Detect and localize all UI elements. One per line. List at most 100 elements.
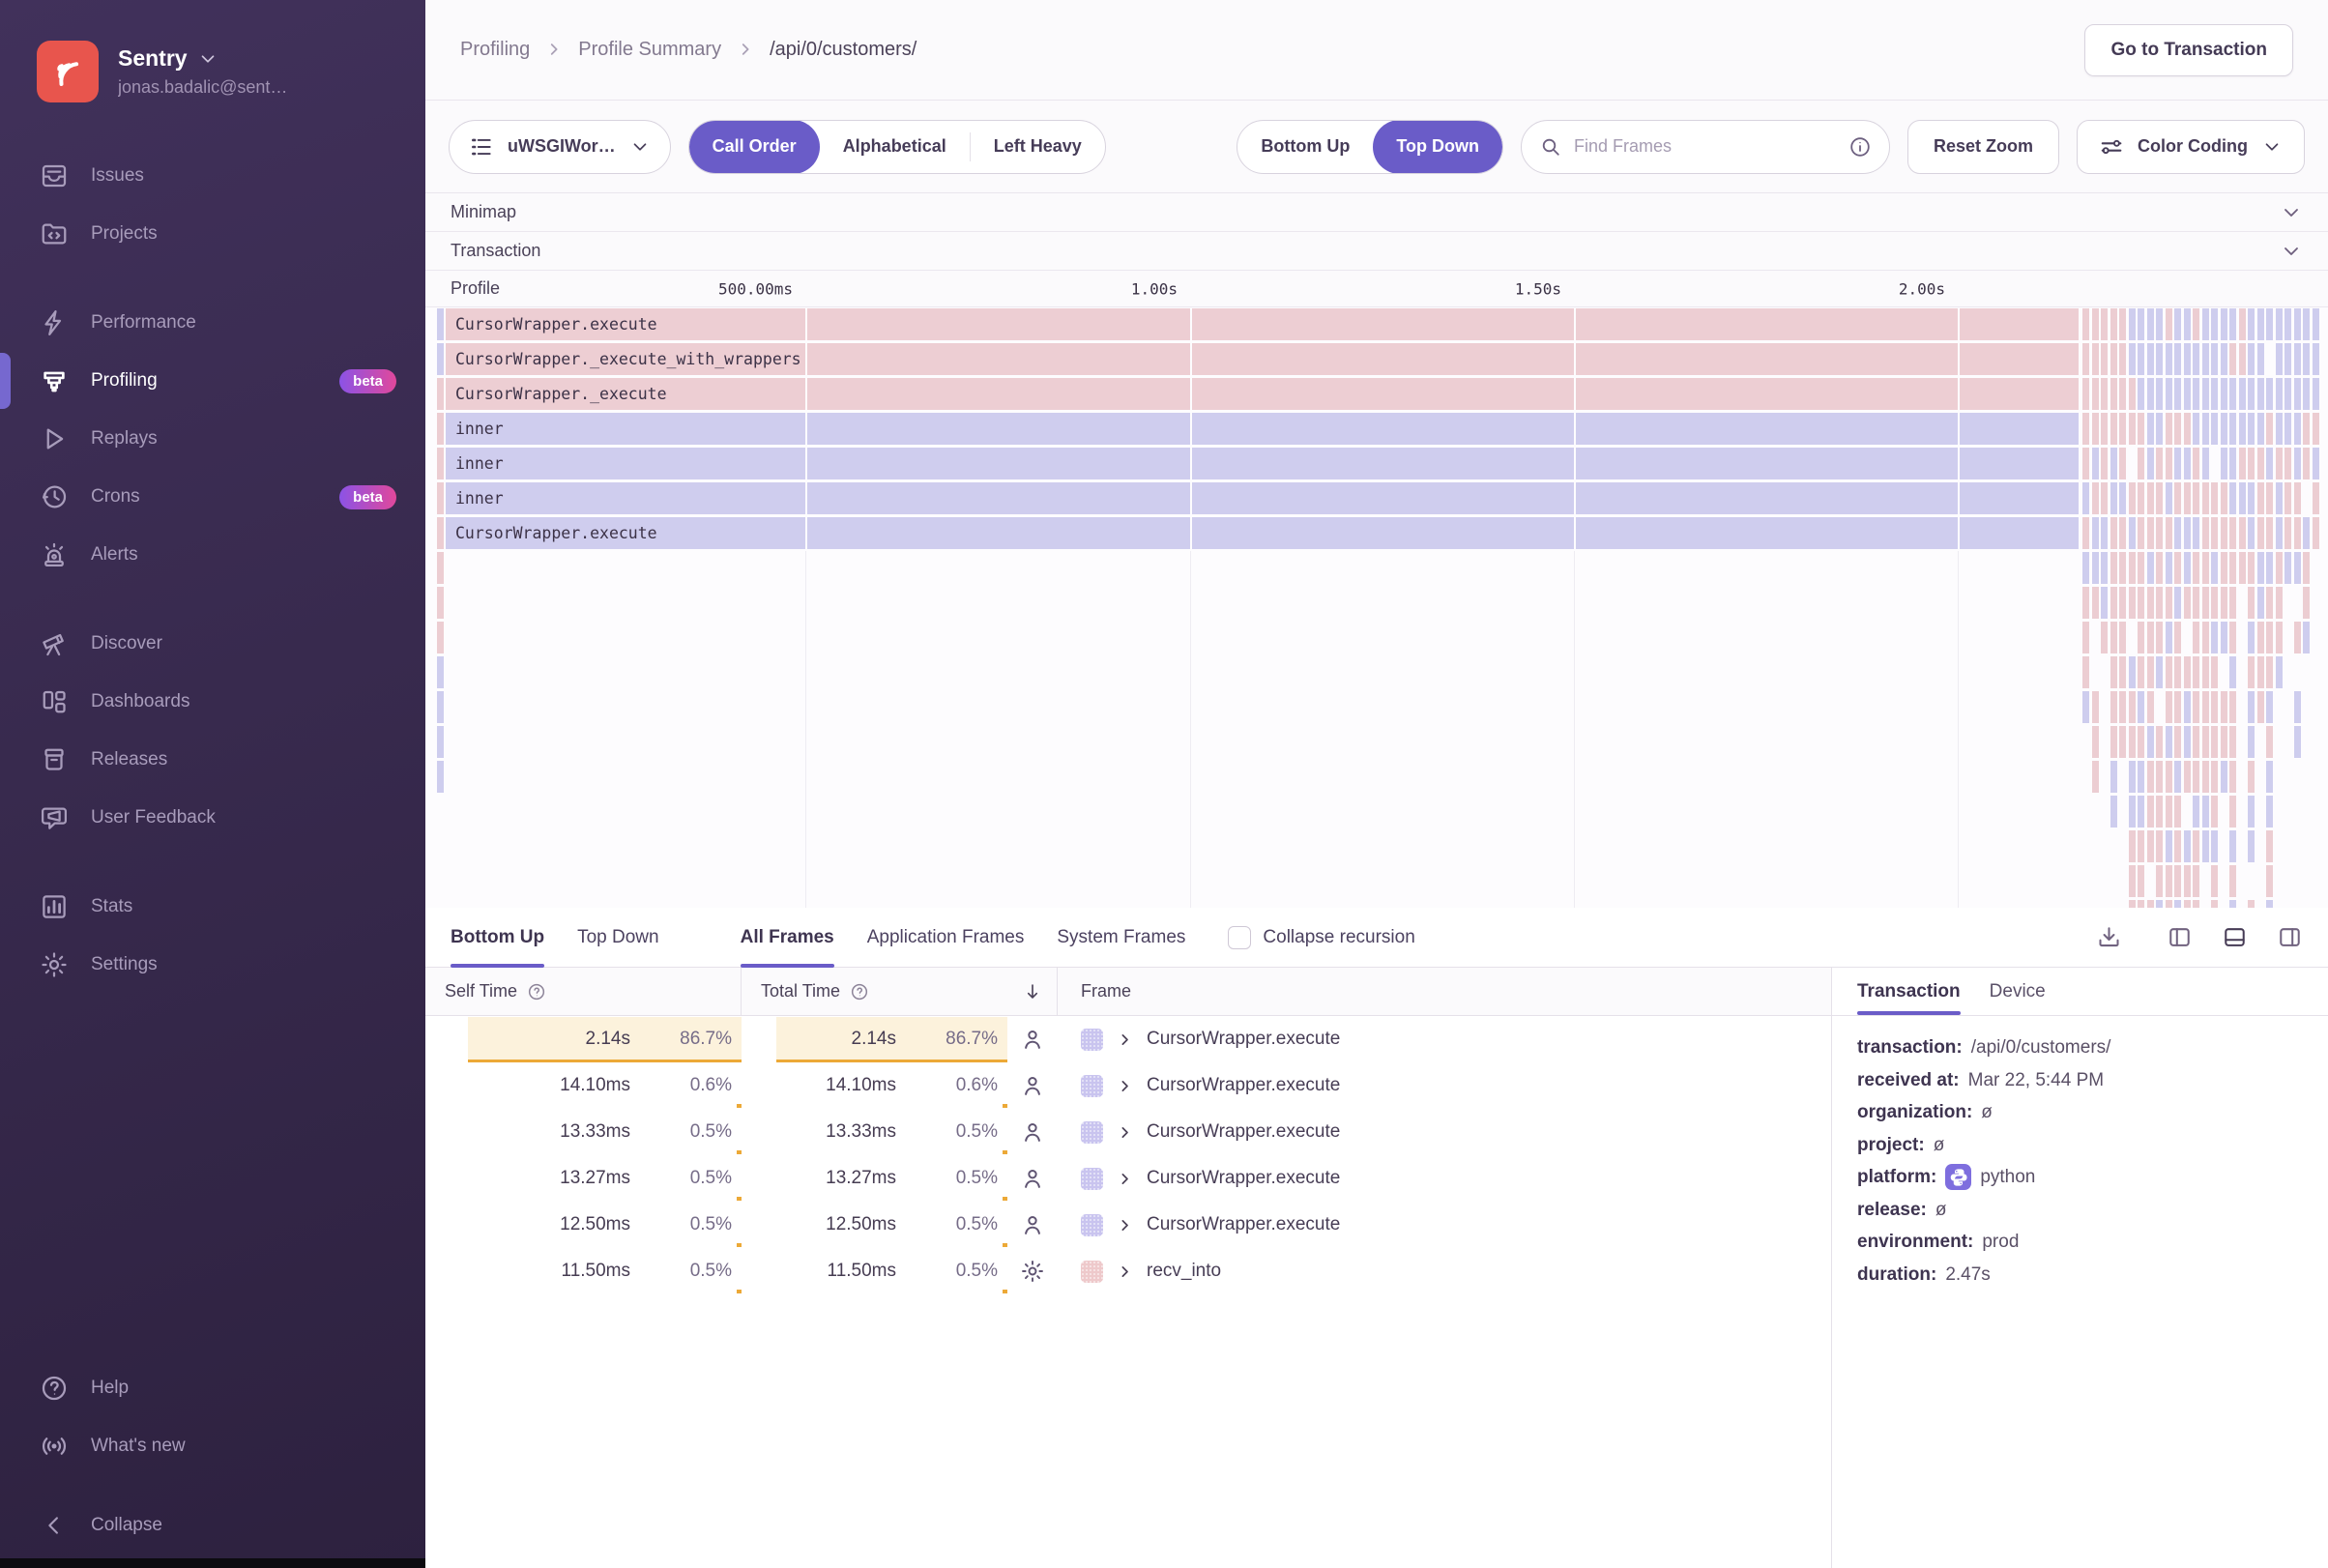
sidebar-item-whats-new[interactable]: What's new [0, 1417, 425, 1475]
flame-fragment[interactable] [2211, 622, 2218, 653]
flame-fragment[interactable] [2229, 830, 2236, 862]
flame-frame[interactable]: CursorWrapper._execute [446, 378, 2079, 410]
flame-fragment[interactable] [2128, 865, 2136, 897]
flame-fragment[interactable] [2256, 482, 2264, 514]
direction-bottom-up-button[interactable]: Bottom Up [1237, 121, 1373, 173]
flame-fragment[interactable] [2183, 482, 2191, 514]
flame-fragment[interactable] [2229, 517, 2236, 549]
flame-fragment[interactable] [437, 587, 444, 619]
flame-fragment[interactable] [2156, 413, 2163, 445]
flame-fragment[interactable] [2266, 726, 2273, 758]
flame-fragment[interactable] [2174, 413, 2181, 445]
flame-fragment[interactable] [2201, 308, 2209, 340]
sidebar-item-dashboards[interactable]: Dashboards [0, 673, 425, 731]
flame-fragment[interactable] [2256, 656, 2264, 688]
flame-fragment[interactable] [2293, 378, 2301, 410]
flame-fragment[interactable] [2275, 308, 2283, 340]
flame-fragment[interactable] [2201, 656, 2209, 688]
flame-fragment[interactable] [2275, 413, 2283, 445]
flame-fragment[interactable] [2183, 726, 2191, 758]
flame-fragment[interactable] [2091, 343, 2099, 375]
sidebar-item-crons[interactable]: Crons beta [0, 468, 425, 526]
flame-fragment[interactable] [2101, 552, 2108, 584]
flame-fragment[interactable] [2082, 587, 2089, 619]
flame-fragment[interactable] [2193, 482, 2199, 514]
flame-fragment[interactable] [2293, 552, 2301, 584]
flame-fragment[interactable] [2303, 622, 2310, 653]
flame-fragment[interactable] [2146, 691, 2154, 723]
flame-fragment[interactable] [2183, 691, 2191, 723]
flame-fragment[interactable] [2174, 552, 2181, 584]
flame-fragment[interactable] [2211, 308, 2218, 340]
flame-fragment[interactable] [2229, 308, 2236, 340]
sidebar-item-performance[interactable]: Performance [0, 294, 425, 352]
flame-fragment[interactable] [2201, 448, 2209, 479]
flame-fragment[interactable] [2110, 761, 2117, 793]
flame-fragment[interactable] [2193, 726, 2199, 758]
flame-fragment[interactable] [2101, 308, 2108, 340]
flame-fragment[interactable] [2248, 622, 2255, 653]
sidebar-collapse-button[interactable]: Collapse [0, 1496, 425, 1554]
flame-fragment[interactable] [2211, 413, 2218, 445]
org-header[interactable]: Sentry jonas.badalic@sent… [0, 0, 425, 102]
flame-fragment[interactable] [2248, 726, 2255, 758]
flame-fragment[interactable] [2303, 308, 2310, 340]
flame-fragment[interactable] [2193, 900, 2199, 908]
sort-call-order-button[interactable]: Call Order [688, 120, 820, 173]
flame-fragment[interactable] [2211, 796, 2218, 828]
flame-fragment[interactable] [2229, 343, 2236, 375]
flame-fragment[interactable] [2082, 552, 2089, 584]
flame-fragment[interactable] [2193, 413, 2199, 445]
flame-fragment[interactable] [2138, 796, 2144, 828]
flame-fragment[interactable] [2229, 552, 2236, 584]
flame-fragment[interactable] [2284, 378, 2291, 410]
flame-fragment[interactable] [2193, 552, 2199, 584]
flame-fragment[interactable] [2266, 865, 2273, 897]
flame-fragment[interactable] [437, 656, 444, 688]
chevron-down-icon[interactable] [2280, 201, 2303, 224]
flame-fragment[interactable] [2174, 830, 2181, 862]
flame-fragment[interactable] [2165, 691, 2172, 723]
flame-fragment[interactable] [2174, 378, 2181, 410]
flame-fragment[interactable] [2266, 517, 2273, 549]
flame-fragment[interactable] [2183, 900, 2191, 908]
flame-fragment[interactable] [2248, 413, 2255, 445]
flame-fragment[interactable] [2091, 517, 2099, 549]
flame-fragment[interactable] [2174, 622, 2181, 653]
flame-fragment[interactable] [2119, 726, 2126, 758]
flame-fragment[interactable] [437, 726, 444, 758]
flame-fragment[interactable] [2146, 587, 2154, 619]
flame-fragment[interactable] [2193, 865, 2199, 897]
flame-fragment[interactable] [2229, 900, 2236, 908]
flame-fragment[interactable] [2183, 378, 2191, 410]
flame-fragment[interactable] [2284, 308, 2291, 340]
flame-fragment[interactable] [2110, 587, 2117, 619]
flame-fragment[interactable] [2174, 448, 2181, 479]
sidebar-item-stats[interactable]: Stats [0, 878, 425, 936]
flame-fragment[interactable] [2312, 482, 2319, 514]
flame-fragment[interactable] [2138, 448, 2144, 479]
flame-fragment[interactable] [437, 761, 444, 793]
flame-fragment[interactable] [2229, 691, 2236, 723]
expand-icon[interactable] [1117, 1263, 1133, 1280]
flame-fragment[interactable] [2275, 448, 2283, 479]
flame-fragment[interactable] [2201, 830, 2209, 862]
flame-fragment[interactable] [2110, 656, 2117, 688]
frame-cell[interactable]: CursorWrapper.execute [1058, 1062, 1831, 1109]
flame-fragment[interactable] [2146, 796, 2154, 828]
flame-fragment[interactable] [2110, 517, 2117, 549]
flame-fragment[interactable] [2165, 900, 2172, 908]
flame-fragment[interactable] [2193, 378, 2199, 410]
sidebar-item-releases[interactable]: Releases [0, 731, 425, 789]
flame-fragment[interactable] [2101, 413, 2108, 445]
flame-fragment[interactable] [2256, 691, 2264, 723]
flame-fragment[interactable] [2101, 343, 2108, 375]
flame-fragment[interactable] [2183, 448, 2191, 479]
flame-fragment[interactable] [2275, 656, 2283, 688]
tab-transaction[interactable]: Transaction [1857, 968, 1961, 1015]
flame-fragment[interactable] [2110, 726, 2117, 758]
flame-fragment[interactable] [2220, 691, 2227, 723]
flame-fragment[interactable] [2156, 378, 2163, 410]
flame-fragment[interactable] [2266, 796, 2273, 828]
flame-fragment[interactable] [2275, 517, 2283, 549]
